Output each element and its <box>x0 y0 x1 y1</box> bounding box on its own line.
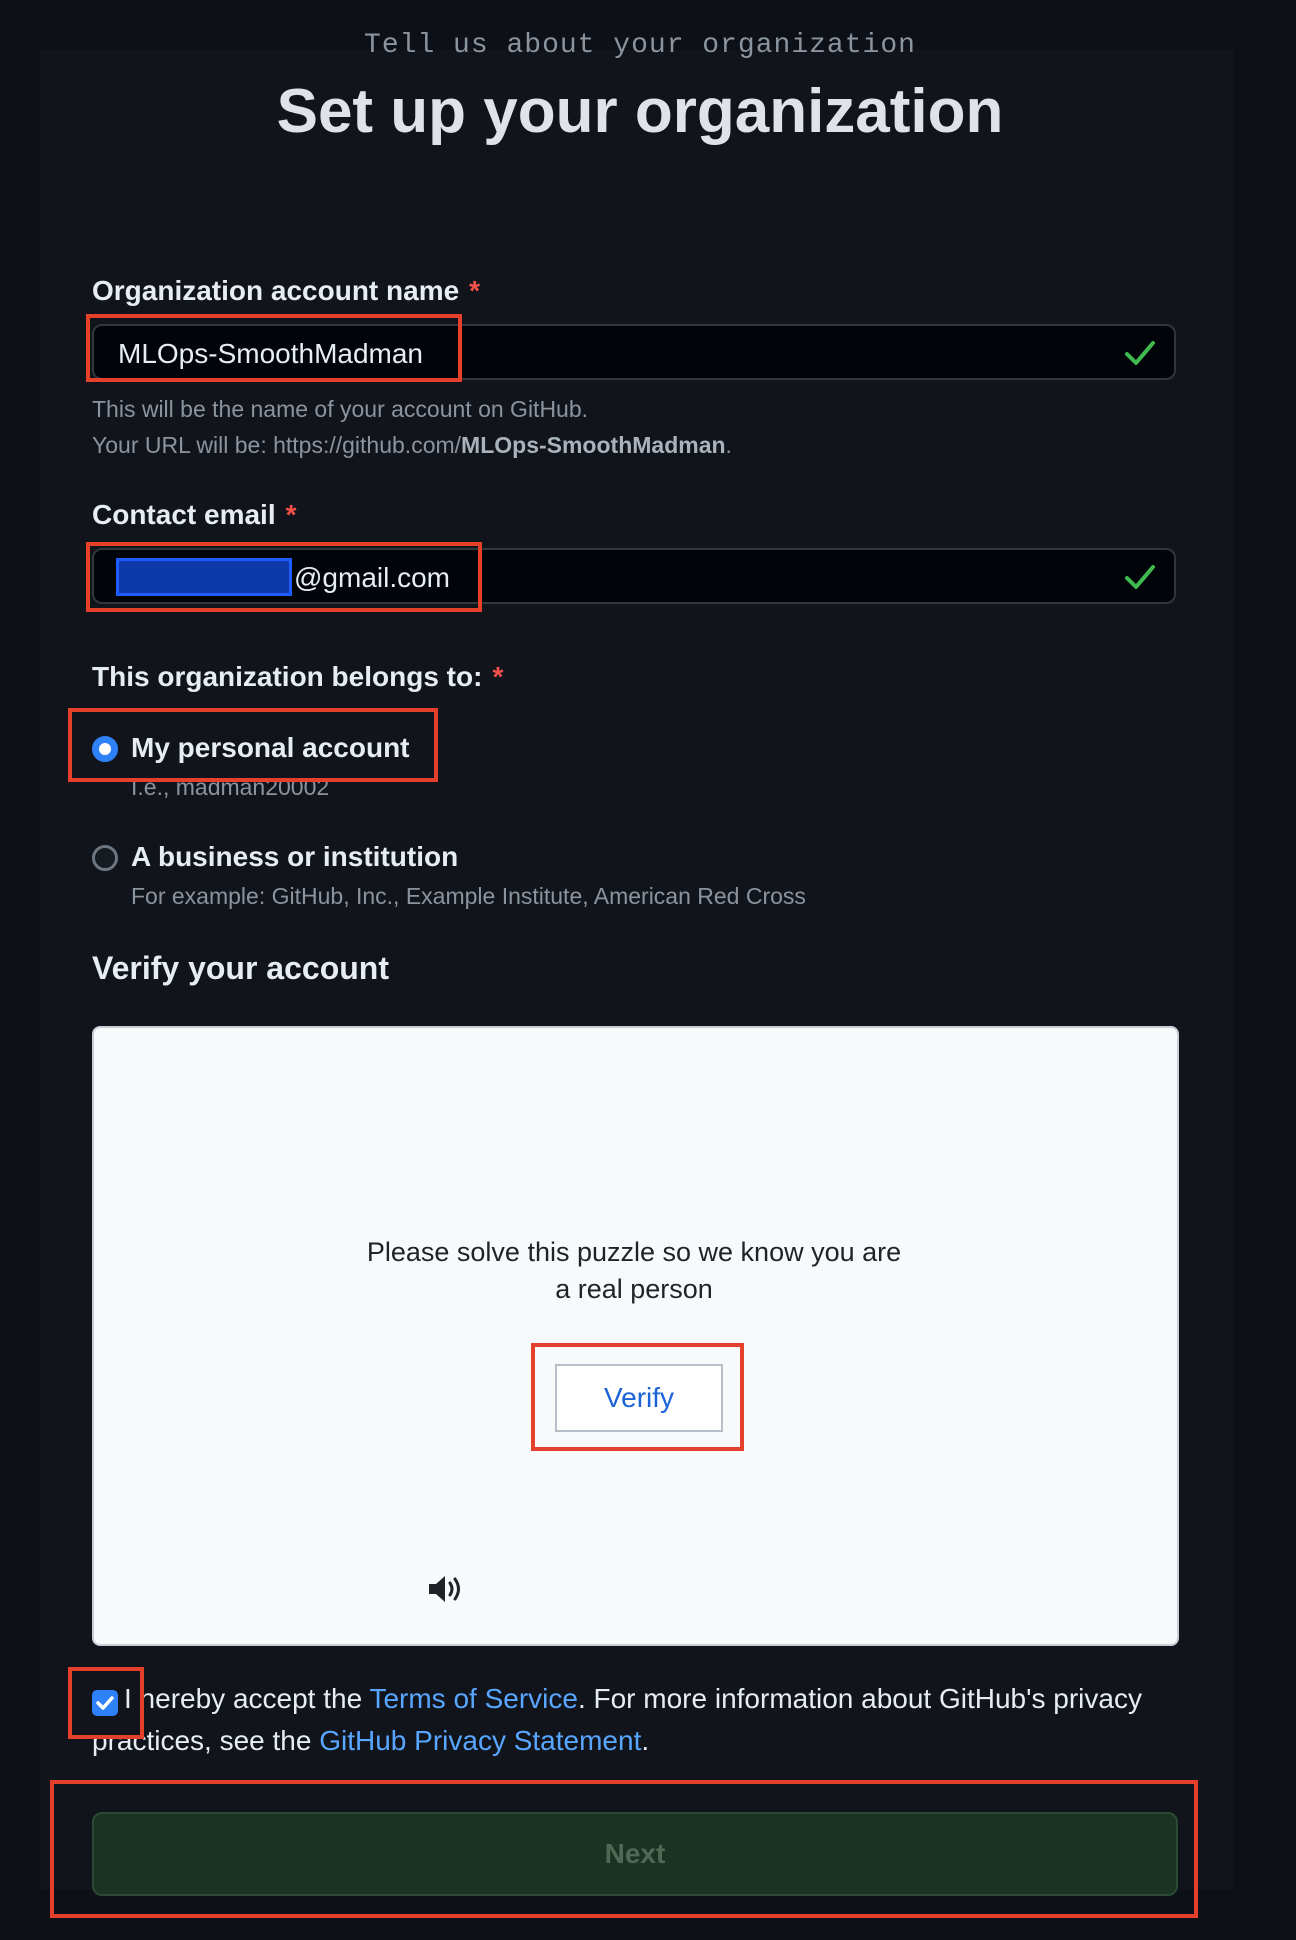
terms-text-before: I hereby accept the <box>124 1683 370 1714</box>
contact-email-label: Contact email * <box>92 499 297 531</box>
org-name-label: Organization account name * <box>92 275 480 307</box>
org-url-hint: Your URL will be: https://github.com/MLO… <box>92 432 732 459</box>
highlight-next-button <box>50 1780 1198 1918</box>
org-name-label-text: Organization account name <box>92 275 460 306</box>
captcha-panel: Please solve this puzzle so we know you … <box>92 1026 1179 1646</box>
audio-icon[interactable] <box>426 1572 466 1606</box>
privacy-statement-link[interactable]: GitHub Privacy Statement <box>319 1725 641 1756</box>
option-business-subtitle: For example: GitHub, Inc., Example Insti… <box>131 883 806 909</box>
belongs-to-label: This organization belongs to: * <box>92 661 503 693</box>
radio-business-institution[interactable] <box>92 845 118 871</box>
highlight-terms-checkbox <box>68 1667 144 1739</box>
highlight-contact-email <box>86 542 482 612</box>
option-business-title[interactable]: A business or institution <box>131 841 458 873</box>
org-name-hint: This will be the name of your account on… <box>92 396 589 422</box>
highlight-personal-account <box>68 708 438 782</box>
highlight-org-name <box>86 314 462 382</box>
terms-text-after: . <box>641 1725 650 1756</box>
captcha-prompt: Please solve this puzzle so we know you … <box>366 1237 902 1304</box>
required-mark: * <box>285 499 297 530</box>
check-icon <box>1125 565 1155 589</box>
org-url-name: MLOps-SmoothMadman <box>461 432 726 458</box>
verify-heading: Verify your account <box>92 950 389 986</box>
terms-of-service-link[interactable]: Terms of Service <box>369 1683 578 1714</box>
org-url-prefix: Your URL will be: https://github.com/ <box>92 432 462 458</box>
page-eyebrow: Tell us about your organization <box>364 30 916 61</box>
org-url-suffix: . <box>725 432 732 458</box>
required-mark: * <box>492 661 504 692</box>
required-mark: * <box>469 275 481 306</box>
belongs-to-label-text: This organization belongs to: <box>92 661 483 692</box>
highlight-verify-button <box>531 1343 744 1451</box>
terms-text: I hereby accept the Terms of Service. Fo… <box>92 1678 1182 1762</box>
check-icon <box>1125 341 1155 365</box>
contact-email-label-text: Contact email <box>92 499 276 530</box>
page-title: Set up your organization <box>276 77 1004 146</box>
